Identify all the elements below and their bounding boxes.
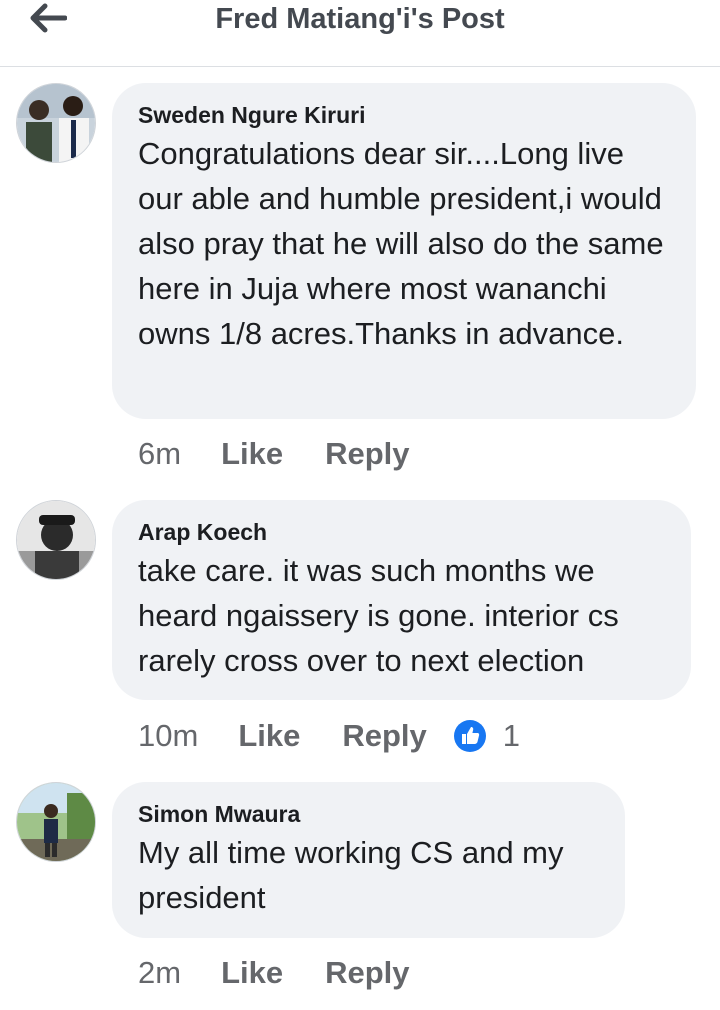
comment-actions: 10m Like Reply 1 (138, 716, 520, 756)
comment-text: take care. it was such months we heard n… (138, 553, 619, 678)
like-button[interactable]: Like (238, 718, 300, 754)
comment-author[interactable]: Arap Koech (138, 518, 665, 546)
comment-author[interactable]: Simon Mwaura (138, 800, 599, 828)
comment-actions: 6m Like Reply (138, 434, 452, 474)
comment-bubble: Simon Mwaura My all time working CS and … (112, 782, 625, 938)
comment-actions: 2m Like Reply (138, 953, 452, 993)
page-title: Fred Matiang'i's Post (215, 3, 505, 35)
comment-time: 2m (138, 955, 182, 990)
comment-text: My all time working CS and my president (138, 835, 564, 915)
thumbs-up-icon (453, 720, 486, 752)
comment-bubble: Sweden Ngure Kiruri Congratulations dear… (112, 83, 696, 419)
comment-time: 10m (138, 718, 199, 753)
reply-button[interactable]: Reply (325, 436, 409, 472)
reply-button[interactable]: Reply (325, 955, 409, 991)
comment-time: 6m (138, 436, 182, 471)
reply-button[interactable]: Reply (342, 718, 426, 754)
like-button[interactable]: Like (221, 955, 283, 991)
comment-text: Congratulations dear sir....Long live ou… (138, 136, 664, 351)
like-button[interactable]: Like (221, 436, 283, 472)
comment-bubble: Arap Koech take care. it was such months… (112, 500, 691, 700)
reaction-count: 1 (502, 718, 521, 753)
post-header: Fred Matiang'i's Post (0, 0, 720, 67)
avatar[interactable] (16, 782, 96, 862)
comment-author[interactable]: Sweden Ngure Kiruri (138, 101, 670, 129)
avatar[interactable] (16, 500, 96, 580)
reaction-summary[interactable]: 1 (453, 718, 520, 754)
avatar[interactable] (16, 83, 96, 163)
